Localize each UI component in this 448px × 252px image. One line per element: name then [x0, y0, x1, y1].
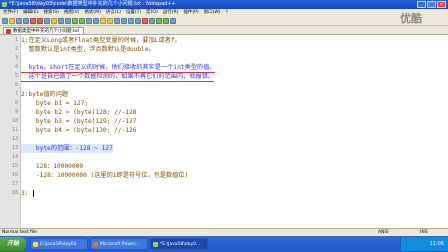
run-macro-multiple-icon[interactable] [163, 17, 169, 24]
line-number: 3 [14, 55, 18, 61]
taskbar-item-label: E:\Java58\day03 [40, 242, 77, 247]
taskbar-item-notepadpp[interactable]: *E:\Java58\day0... [150, 238, 208, 250]
code-line: byte b4 = (byte)130; //-126 [21, 127, 137, 134]
start-button[interactable]: 开始 [0, 237, 26, 251]
code-line: byte b2 = (byte)128; //-128 [21, 109, 137, 116]
code-line: 这个是自己做了一个数据检测的，如果不再它们的范围内，就报错。 [21, 73, 215, 82]
find-icon[interactable] [86, 17, 92, 24]
menu-language[interactable]: 语言(L) [106, 9, 121, 16]
watermark-logo: 优酷 [400, 12, 422, 25]
menu-bar: 文件(F) 编辑(E) 搜索(S) 视图(V) 格式(M) 语言(L) 设置(T… [0, 9, 448, 16]
folder-icon [33, 242, 38, 247]
line-number: 14 [11, 154, 18, 160]
powerpoint-icon [93, 242, 98, 247]
code-line: 1:在定义Long或者Float类型变量的时候，要加L或者f。 [21, 37, 181, 44]
system-tray: 11:06 [400, 237, 448, 251]
toolbar [0, 16, 448, 26]
menu-view[interactable]: 视图(V) [64, 9, 80, 16]
code-line: 3: [21, 190, 29, 197]
line-number: 13 [11, 145, 18, 151]
menu-macro[interactable]: 宏(O) [146, 9, 158, 16]
new-file-icon[interactable] [2, 17, 8, 24]
code-line: 2:byte值的问题 [21, 91, 69, 98]
zoom-out-icon[interactable] [107, 17, 113, 24]
line-number: 7 [14, 91, 18, 97]
editor-area[interactable]: 1 1:在定义Long或者Float类型变量的时候，要加L或者f。 2 整数默认… [0, 34, 448, 229]
line-number: 10 [11, 118, 18, 124]
line-number: 17 [11, 181, 18, 187]
close-button[interactable]: × [437, 1, 446, 8]
menu-search[interactable]: 搜索(S) [43, 9, 58, 16]
play-macro-icon[interactable] [156, 17, 162, 24]
code-line: -128：10000000 (这里的1即是符号位，也是数值位) [21, 172, 189, 179]
line-number: 9 [14, 109, 18, 115]
menu-help[interactable]: ? [226, 9, 228, 16]
show-all-chars-icon[interactable] [128, 17, 134, 24]
print-icon[interactable] [44, 17, 50, 24]
undo-icon[interactable] [72, 17, 78, 24]
line-number: 18 [11, 190, 18, 196]
tab-bar: 数据类型中补充的几个小问题.txt [0, 26, 448, 35]
menu-file[interactable]: 文件(F) [3, 9, 18, 16]
taskbar: 开始 E:\Java58\day03 Microsoft Power... *E… [0, 236, 448, 252]
word-wrap-icon[interactable] [121, 17, 127, 24]
close-file-icon[interactable] [30, 17, 36, 24]
zoom-in-icon[interactable] [100, 17, 106, 24]
code-line: 整数默认是int类型，浮点数默认是double。 [21, 46, 155, 53]
line-number: 12 [11, 136, 18, 142]
taskbar-item-label: *E:\Java58\day0... [160, 242, 201, 247]
taskbar-item-explorer[interactable]: E:\Java58\day03 [30, 238, 88, 250]
line-number: 8 [14, 100, 18, 106]
text-cursor [33, 190, 34, 197]
taskbar-item-label: Microsoft Power... [100, 242, 140, 247]
paste-icon[interactable] [65, 17, 71, 24]
menu-edit[interactable]: 编辑(E) [23, 9, 38, 16]
sync-scroll-icon[interactable] [114, 17, 120, 24]
notepad-window: *E:\Java58\day03\code\数据类型中补充的几个小问题.txt … [0, 0, 448, 252]
line-number: 16 [11, 172, 18, 178]
line-number: 4 [14, 64, 18, 70]
menu-settings[interactable]: 设置(T) [126, 9, 141, 16]
save-all-icon[interactable] [23, 17, 29, 24]
minimize-button[interactable]: _ [417, 1, 426, 8]
open-file-icon[interactable] [9, 17, 15, 24]
line-number: 15 [11, 163, 18, 169]
code-line: 128：10000000 [21, 163, 84, 170]
menu-run[interactable]: 运行(R) [163, 9, 179, 16]
copy-icon[interactable] [58, 17, 64, 24]
line-number: 1 [14, 37, 18, 43]
save-icon[interactable] [16, 17, 22, 24]
menu-format[interactable]: 格式(M) [84, 9, 100, 16]
cut-icon[interactable] [51, 17, 57, 24]
notepadpp-icon [153, 242, 158, 247]
window-title: *E:\Java58\day03\code\数据类型中补充的几个小问题.txt … [9, 1, 176, 7]
taskbar-item-powerpoint[interactable]: Microsoft Power... [90, 238, 148, 250]
line-number: 11 [11, 127, 18, 133]
clock: 11:06 [429, 241, 444, 247]
title-bar: *E:\Java58\day03\code\数据类型中补充的几个小问题.txt … [0, 0, 448, 9]
redo-icon[interactable] [79, 17, 85, 24]
menu-plugins[interactable]: 插件(P) [183, 9, 198, 16]
line-number: 6 [14, 82, 18, 88]
stop-macro-icon[interactable] [149, 17, 155, 24]
line-number: 5 [14, 73, 18, 79]
record-macro-icon[interactable] [142, 17, 148, 24]
code-line-selected: byte的范围：-128 ~ 127 [21, 144, 113, 153]
notepadpp-icon [2, 2, 7, 7]
save-macro-icon[interactable] [170, 17, 176, 24]
code-line: byte b3 = (byte)129; //-127 [21, 118, 137, 125]
menu-window[interactable]: 窗口(W) [204, 9, 221, 16]
indent-guide-icon[interactable] [135, 17, 141, 24]
line-number: 2 [14, 46, 18, 52]
close-all-icon[interactable] [37, 17, 43, 24]
code-line: byte b1 = 127; [21, 100, 89, 107]
replace-icon[interactable] [93, 17, 99, 24]
maximize-button[interactable]: □ [427, 1, 436, 8]
